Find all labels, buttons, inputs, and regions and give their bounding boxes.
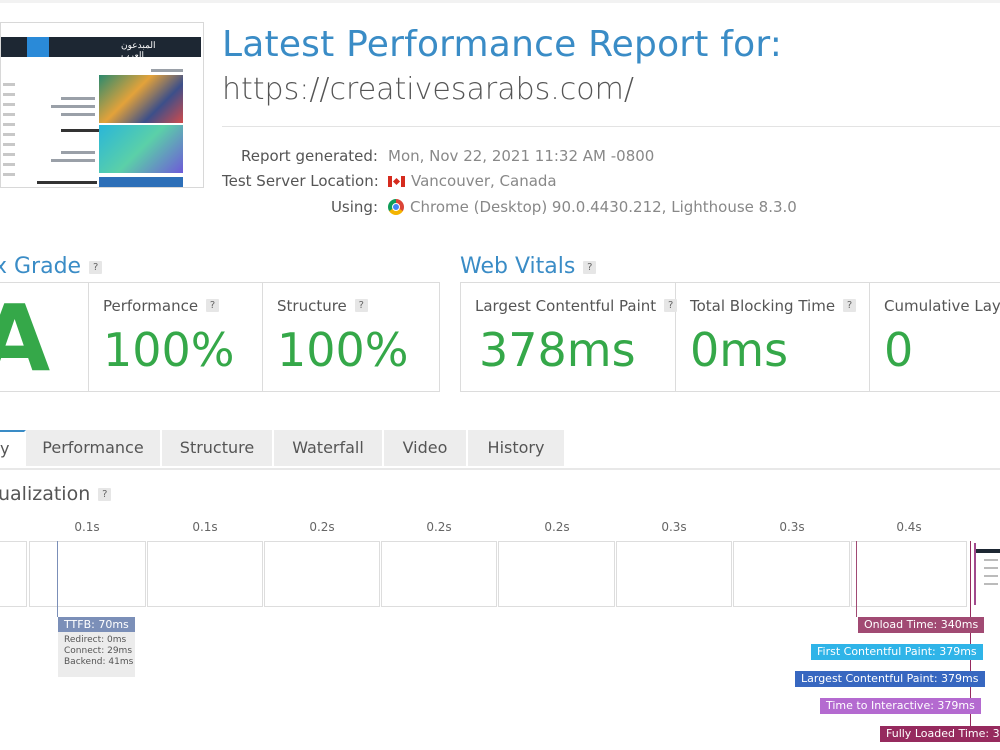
thumbnail-image-2 — [99, 125, 183, 173]
tab-performance[interactable]: Performance — [26, 430, 162, 466]
performance-label: Performance — [103, 297, 199, 315]
performance-cell: Performance? 100% — [89, 283, 263, 391]
performance-help-icon[interactable]: ? — [206, 299, 220, 312]
timeline-tick: 0.2s — [426, 520, 452, 534]
visualization-heading: ualization? — [0, 483, 112, 505]
canada-flag-icon — [388, 176, 405, 187]
tbt-value: 0ms — [690, 323, 789, 377]
timeline-tick: 0.1s — [192, 520, 218, 534]
cls-label: Cumulative Layou — [884, 297, 1000, 315]
meta-value-generated: Mon, Nov 22, 2021 11:32 AM -0800 — [388, 147, 655, 165]
chrome-icon — [388, 199, 404, 215]
filmstrip-frame[interactable] — [264, 541, 380, 607]
tab-waterfall[interactable]: Waterfall — [274, 430, 384, 466]
fcp-marker: First Contentful Paint: 379ms — [811, 644, 983, 660]
onload-marker: Onload Time: 340ms — [858, 617, 985, 633]
web-vitals-help-icon[interactable]: ? — [583, 261, 597, 274]
grade-heading: x Grade? — [0, 254, 103, 279]
meta-label-generated: Report generated: — [240, 147, 378, 165]
meta-label-location: Test Server Location: — [222, 172, 379, 190]
structure-cell: Structure? 100% — [263, 283, 438, 391]
filmstrip-frame[interactable] — [147, 541, 263, 607]
filmstrip-frame[interactable] — [733, 541, 850, 607]
ttfb-line — [57, 541, 58, 617]
tab-structure[interactable]: Structure — [162, 430, 274, 466]
timeline-tick: 0.4s — [896, 520, 922, 534]
report-url[interactable]: https://creativesarabs.com/ — [222, 72, 634, 107]
lcp-cell: Largest Contentful Paint? 378ms — [461, 283, 678, 391]
fully-loaded-marker: Fully Loaded Time: 36 — [880, 726, 1000, 742]
filmstrip-frame[interactable] — [851, 541, 967, 607]
ttfb-details: Redirect: 0ms Connect: 29ms Backend: 41m… — [58, 632, 135, 677]
filmstrip-frame-loaded[interactable] — [974, 543, 1000, 605]
tti-marker: Time to Interactive: 379ms — [820, 698, 981, 714]
performance-value: 100% — [103, 323, 235, 377]
grade-help-icon[interactable]: ? — [89, 261, 103, 274]
timeline-tick: 0.3s — [779, 520, 805, 534]
tab-video[interactable]: Video — [384, 430, 468, 466]
filmstrip-frame[interactable] — [381, 541, 497, 607]
tab-summary[interactable]: y — [0, 430, 26, 468]
thumbnail-image-1 — [99, 75, 183, 123]
web-vitals-heading: Web Vitals? — [460, 254, 597, 279]
grade-letter: A — [0, 285, 50, 391]
thumbnail-image-3 — [99, 177, 183, 187]
ttfb-marker: TTFB: 70ms — [58, 617, 135, 633]
lcp-marker: Largest Contentful Paint: 379ms — [795, 671, 985, 687]
filmstrip-frame[interactable] — [29, 541, 146, 607]
site-screenshot-thumbnail[interactable]: المبدعون العرب — [0, 22, 204, 188]
meta-label-using: Using: — [330, 198, 378, 216]
onload-line — [856, 541, 857, 617]
thumbnail-menu-button — [27, 37, 49, 57]
grade-cell: A — [0, 283, 89, 391]
report-title: Latest Performance Report for: — [222, 24, 783, 65]
cls-cell: Cumulative Layou 0 — [870, 283, 1000, 391]
thumbnail-logo: المبدعون العرب — [121, 41, 156, 61]
location-text: Vancouver, Canada — [411, 172, 557, 190]
timeline-tick: 0.2s — [309, 520, 335, 534]
meta-value-using: Chrome (Desktop) 90.0.4430.212, Lighthou… — [388, 198, 797, 216]
timeline-tick: 0.1s — [74, 520, 100, 534]
timeline-tick: 0.3s — [661, 520, 687, 534]
structure-help-icon[interactable]: ? — [354, 299, 368, 312]
tbt-help-icon[interactable]: ? — [843, 299, 857, 312]
filmstrip-frame[interactable] — [498, 541, 615, 607]
structure-label: Structure — [277, 297, 347, 315]
ttfb-redirect: Redirect: 0ms — [64, 635, 127, 645]
web-vitals-card: Largest Contentful Paint? 378ms Total Bl… — [460, 282, 1000, 392]
cls-value: 0 — [884, 323, 914, 377]
browser-text: Chrome (Desktop) 90.0.4430.212, Lighthou… — [410, 198, 797, 216]
top-border — [0, 0, 1000, 3]
meta-value-location: Vancouver, Canada — [388, 172, 557, 190]
lcp-value: 378ms — [479, 323, 636, 377]
filmstrip-frame[interactable] — [616, 541, 732, 607]
ttfb-backend: Backend: 41ms — [64, 657, 134, 667]
header-divider — [222, 126, 1000, 127]
ttfb-connect: Connect: 29ms — [64, 646, 133, 656]
grade-card: A Performance? 100% Structure? 100% — [0, 282, 440, 392]
visualization-help-icon[interactable]: ? — [98, 488, 112, 501]
tbt-label: Total Blocking Time — [690, 297, 836, 315]
timeline-tick: 0.2s — [544, 520, 570, 534]
structure-value: 100% — [277, 323, 409, 377]
tbt-cell: Total Blocking Time? 0ms — [676, 283, 870, 391]
filmstrip-frame[interactable] — [0, 541, 27, 607]
report-tabs: y Performance Structure Waterfall Video … — [0, 430, 1000, 470]
thumbnail-header: المبدعون العرب — [1, 37, 201, 61]
lcp-label: Largest Contentful Paint — [475, 297, 657, 315]
tab-history[interactable]: History — [468, 430, 566, 466]
